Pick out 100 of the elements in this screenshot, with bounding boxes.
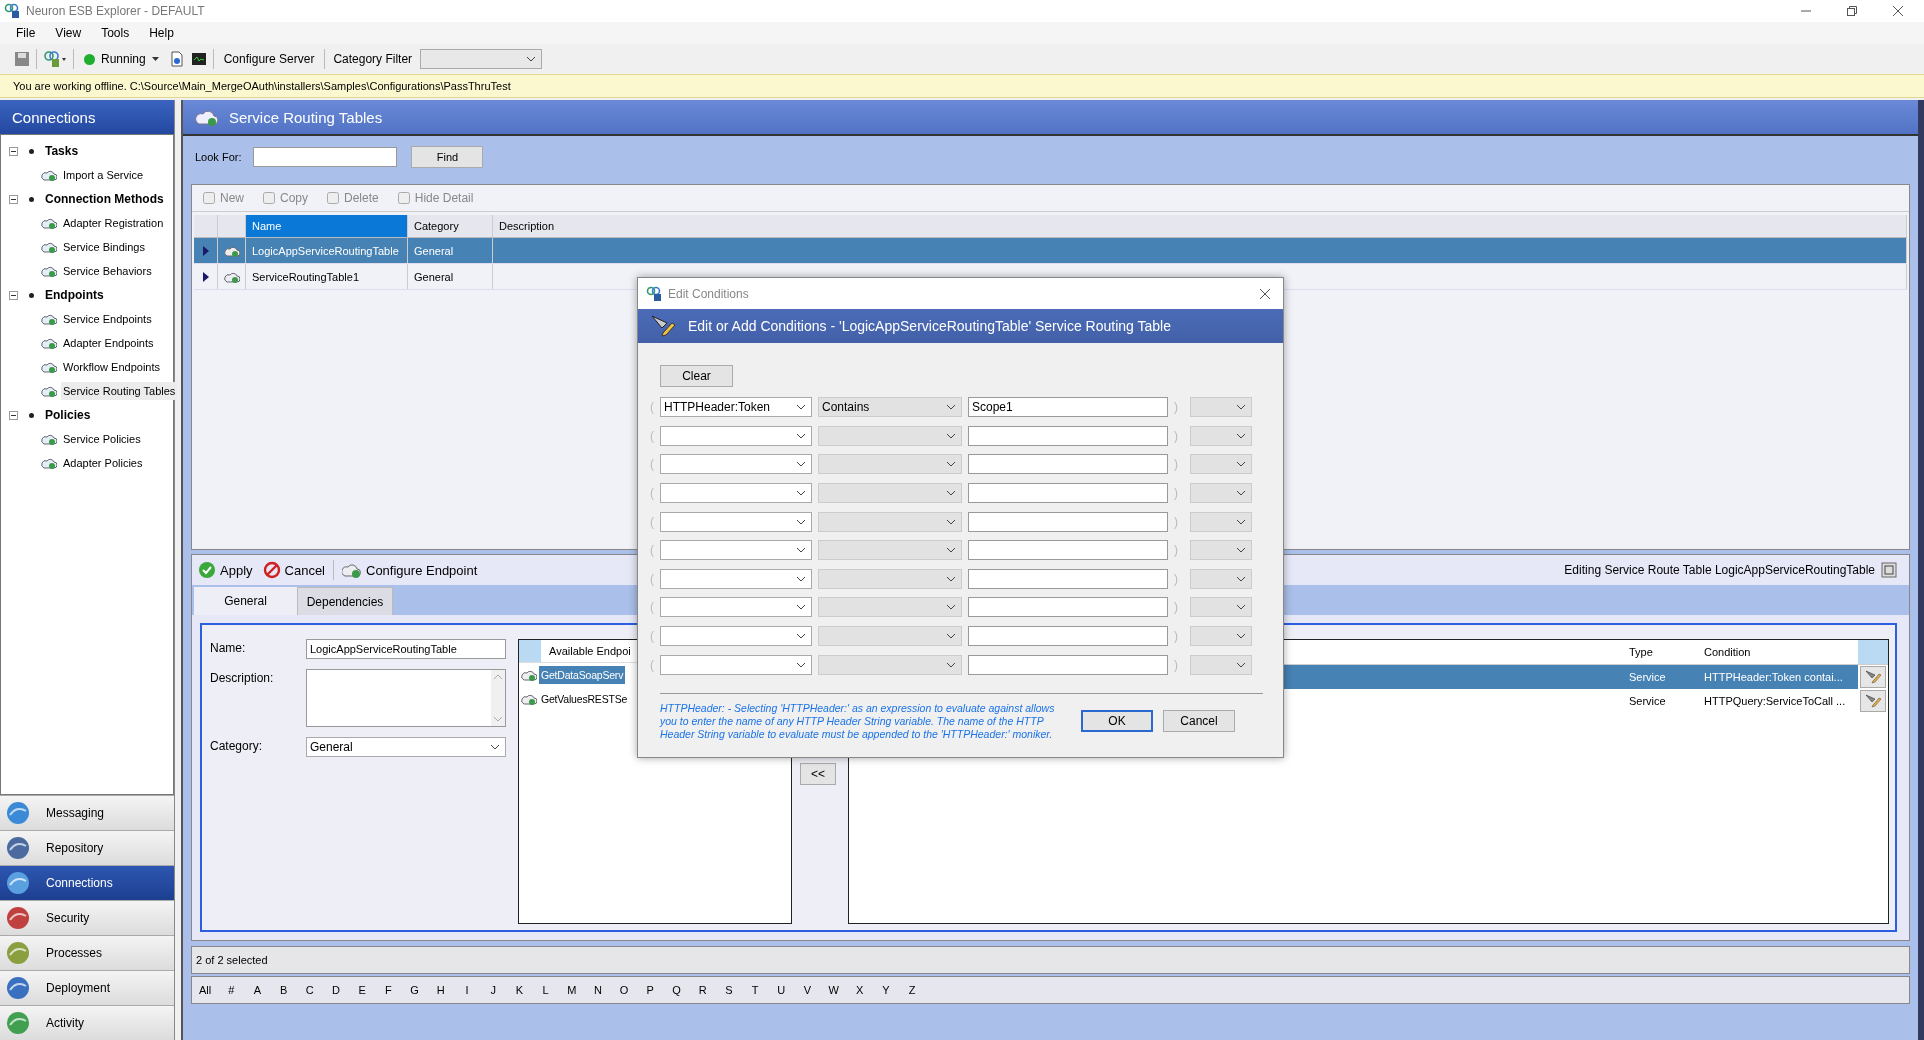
- letter-filter[interactable]: N: [584, 984, 611, 996]
- status-button[interactable]: Running: [80, 50, 163, 68]
- letter-filter[interactable]: F: [375, 984, 402, 996]
- value-field[interactable]: [968, 568, 1168, 589]
- value-field[interactable]: [968, 425, 1168, 446]
- letter-filter[interactable]: V: [794, 984, 821, 996]
- menu-item[interactable]: Help: [139, 24, 184, 42]
- conjunction-dropdown[interactable]: [1190, 568, 1252, 589]
- list-item[interactable]: GetDataSoapServ: [539, 666, 626, 684]
- letter-filter[interactable]: S: [715, 984, 742, 996]
- tree-item[interactable]: Service Bindings: [61, 238, 147, 256]
- cancel-button[interactable]: Cancel: [260, 561, 327, 579]
- save-icon[interactable]: [14, 51, 30, 67]
- look-for-field[interactable]: [253, 147, 398, 167]
- operator-dropdown[interactable]: [818, 483, 962, 504]
- maximize-icon[interactable]: [1881, 562, 1897, 578]
- column-header[interactable]: Description: [493, 215, 1907, 237]
- expression-dropdown[interactable]: [660, 454, 812, 475]
- letter-filter[interactable]: W: [820, 984, 847, 996]
- letter-filter[interactable]: K: [506, 984, 533, 996]
- column-header[interactable]: Name: [246, 215, 408, 237]
- conjunction-dropdown[interactable]: [1190, 540, 1252, 561]
- letter-filter[interactable]: D: [322, 984, 350, 996]
- value-field[interactable]: [968, 454, 1168, 475]
- conjunction-dropdown[interactable]: [1190, 597, 1252, 618]
- letter-filter[interactable]: T: [741, 984, 769, 996]
- edit-condition-button[interactable]: [1860, 666, 1886, 688]
- tab[interactable]: Dependencies: [297, 587, 393, 615]
- tree-item[interactable]: Workflow Endpoints: [61, 358, 162, 376]
- letter-filter[interactable]: Z: [899, 984, 926, 996]
- letter-filter[interactable]: Y: [872, 984, 900, 996]
- operator-dropdown[interactable]: [818, 425, 962, 446]
- letter-filter[interactable]: L: [532, 984, 559, 996]
- tree-item[interactable]: Adapter Endpoints: [61, 334, 156, 352]
- tree-item[interactable]: Service Routing Tables: [61, 382, 178, 400]
- info-document-icon[interactable]: [168, 51, 185, 67]
- conjunction-dropdown[interactable]: [1190, 626, 1252, 647]
- value-field[interactable]: [968, 654, 1168, 675]
- conjunction-dropdown[interactable]: [1190, 483, 1252, 504]
- nav-button[interactable]: Security: [0, 900, 174, 935]
- value-field[interactable]: Scope1: [968, 397, 1168, 418]
- cancel-button[interactable]: Cancel: [1163, 709, 1235, 732]
- expression-dropdown[interactable]: [660, 540, 812, 561]
- letter-filter[interactable]: I: [453, 984, 481, 996]
- tab[interactable]: General: [194, 587, 297, 615]
- configure-endpoint-button[interactable]: Configure Endpoint: [340, 561, 480, 579]
- tree-item[interactable]: Adapter Registration: [61, 214, 166, 232]
- category-filter-dropdown[interactable]: [420, 49, 543, 69]
- apply-button[interactable]: Apply: [196, 561, 255, 579]
- letter-filter[interactable]: Q: [663, 984, 690, 996]
- letter-filter[interactable]: #: [218, 984, 245, 996]
- letter-filter[interactable]: A: [244, 984, 271, 996]
- nav-button[interactable]: Messaging: [0, 795, 174, 830]
- connect-icon[interactable]: [43, 50, 67, 68]
- ok-button[interactable]: OK: [1081, 709, 1153, 732]
- operator-dropdown[interactable]: [818, 568, 962, 589]
- operator-dropdown[interactable]: [818, 597, 962, 618]
- restore-icon[interactable]: [1846, 5, 1858, 17]
- letter-filter[interactable]: R: [689, 984, 716, 996]
- close-icon[interactable]: [1892, 5, 1904, 17]
- letter-filter[interactable]: H: [427, 984, 454, 996]
- expand-icon[interactable]: [202, 271, 209, 282]
- expression-dropdown[interactable]: HTTPHeader:Token: [660, 397, 812, 418]
- value-field[interactable]: [968, 540, 1168, 561]
- letter-filter[interactable]: O: [611, 984, 638, 996]
- letter-filter[interactable]: J: [480, 984, 507, 996]
- list-item[interactable]: GetValuesRESTSe: [539, 690, 630, 708]
- letter-filter[interactable]: E: [349, 984, 376, 996]
- collapse-icon[interactable]: [9, 194, 18, 204]
- conjunction-dropdown[interactable]: [1190, 454, 1252, 475]
- operator-dropdown[interactable]: [818, 454, 962, 475]
- letter-filter[interactable]: X: [846, 984, 873, 996]
- expression-dropdown[interactable]: [660, 483, 812, 504]
- tree-item[interactable]: Service Behaviors: [61, 262, 154, 280]
- expression-dropdown[interactable]: [660, 597, 812, 618]
- operator-dropdown[interactable]: [818, 654, 962, 675]
- collapse-icon[interactable]: [9, 410, 18, 420]
- nav-button[interactable]: Deployment: [0, 970, 174, 1005]
- letter-filter[interactable]: U: [768, 984, 795, 996]
- menu-item[interactable]: View: [45, 24, 92, 42]
- letter-filter[interactable]: C: [296, 984, 323, 996]
- tree-item[interactable]: Adapter Policies: [61, 454, 145, 472]
- move-left-button[interactable]: <<: [800, 763, 836, 785]
- expression-dropdown[interactable]: [660, 626, 812, 647]
- tree-item[interactable]: Service Policies: [61, 430, 143, 448]
- collapse-icon[interactable]: [9, 290, 18, 300]
- tree-group[interactable]: Policies: [45, 408, 91, 422]
- letter-filter[interactable]: B: [270, 984, 297, 996]
- expression-dropdown[interactable]: [660, 654, 812, 675]
- expression-dropdown[interactable]: [660, 568, 812, 589]
- letter-filter[interactable]: P: [637, 984, 664, 996]
- nav-button[interactable]: Activity: [0, 1005, 174, 1040]
- tree-item[interactable]: Service Endpoints: [61, 310, 154, 328]
- name-field[interactable]: LogicAppServiceRoutingTable: [306, 639, 506, 659]
- tree-group[interactable]: Tasks: [45, 144, 79, 158]
- header-corner-cell[interactable]: [519, 640, 541, 662]
- value-field[interactable]: [968, 511, 1168, 532]
- expression-dropdown[interactable]: [660, 511, 812, 532]
- nav-button[interactable]: Connections: [0, 865, 174, 900]
- letter-filter[interactable]: G: [401, 984, 428, 996]
